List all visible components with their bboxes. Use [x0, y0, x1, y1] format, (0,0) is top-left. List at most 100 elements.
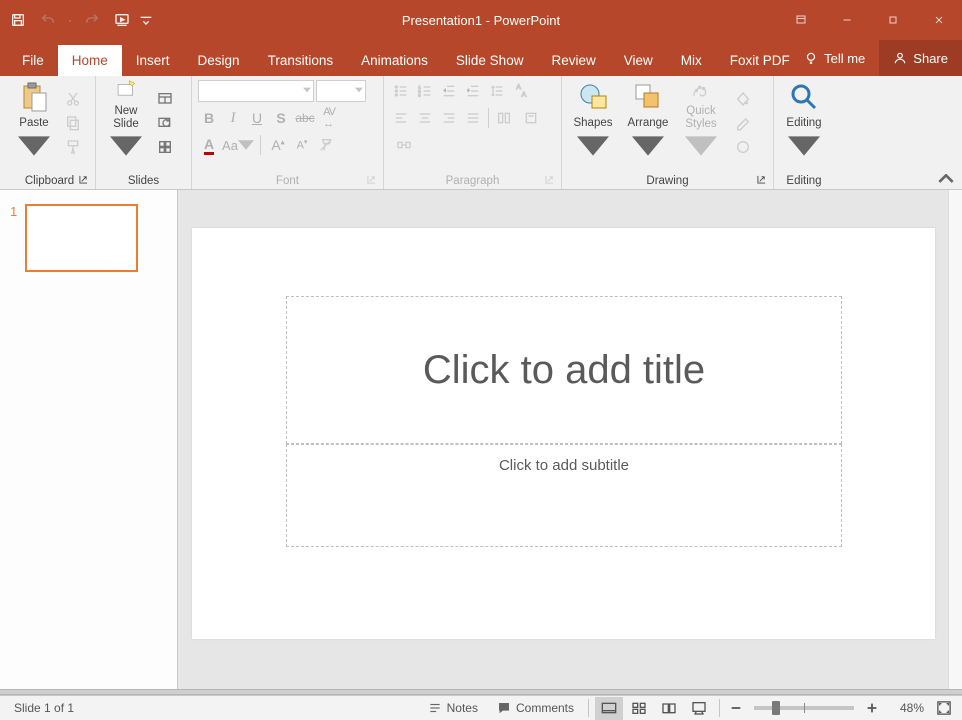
tab-mix[interactable]: Mix: [667, 45, 716, 76]
share-button[interactable]: Share: [879, 40, 962, 76]
underline-button[interactable]: U: [246, 107, 268, 129]
thumbnail-row[interactable]: 1: [10, 204, 167, 272]
tab-file[interactable]: File: [8, 45, 58, 76]
zoom-level[interactable]: 48%: [884, 701, 928, 715]
align-text-button[interactable]: [517, 107, 545, 129]
align-center-button[interactable]: [414, 107, 436, 129]
quick-styles-button[interactable]: Quick Styles: [678, 80, 724, 166]
paste-button[interactable]: Paste: [10, 80, 58, 166]
arrange-button[interactable]: Arrange: [622, 80, 674, 166]
section-icon: [157, 139, 173, 155]
comments-button[interactable]: Comments: [488, 697, 582, 720]
decrease-font-button[interactable]: A▾: [291, 134, 313, 156]
maximize-icon[interactable]: [870, 0, 916, 40]
strikethrough-button[interactable]: abc: [294, 107, 316, 129]
new-slide-button[interactable]: New Slide: [102, 80, 150, 166]
tab-animations[interactable]: Animations: [347, 45, 442, 76]
format-painter-button[interactable]: [62, 136, 84, 158]
shadow-button[interactable]: S: [270, 107, 292, 129]
undo-icon-button[interactable]: [34, 6, 62, 34]
thumbnail-slide-1[interactable]: [25, 204, 138, 272]
zoom-in-button[interactable]: [862, 697, 882, 720]
title-placeholder[interactable]: Click to add title: [286, 296, 842, 444]
shadow-icon: S: [276, 110, 285, 126]
copy-button[interactable]: [62, 112, 84, 134]
strikethrough-icon: abc: [295, 111, 314, 125]
align-text-icon: [523, 110, 539, 126]
zoom-slider-thumb[interactable]: [772, 701, 780, 715]
tab-transitions[interactable]: Transitions: [254, 45, 348, 76]
paragraph-dialog-launcher[interactable]: [543, 173, 555, 185]
bold-button[interactable]: B: [198, 107, 220, 129]
close-icon[interactable]: [916, 0, 962, 40]
editing-button[interactable]: Editing: [780, 80, 828, 166]
font-color-button[interactable]: A: [198, 134, 220, 156]
fit-to-window-button[interactable]: [930, 697, 958, 720]
align-right-button[interactable]: [438, 107, 460, 129]
subtitle-placeholder[interactable]: Click to add subtitle: [286, 444, 842, 547]
minimize-icon[interactable]: [824, 0, 870, 40]
ribbon-display-options-icon[interactable]: [778, 0, 824, 40]
text-direction-button[interactable]: AA: [510, 80, 532, 102]
font-name-combobox[interactable]: [198, 80, 314, 102]
increase-font-button[interactable]: A▴: [267, 134, 289, 156]
slide-layout-button[interactable]: [154, 88, 176, 110]
shape-effects-button[interactable]: [728, 136, 758, 158]
clear-formatting-button[interactable]: [315, 134, 337, 156]
shapes-button[interactable]: Shapes: [568, 80, 618, 166]
slide-counter[interactable]: Slide 1 of 1: [4, 701, 74, 715]
clipboard-dialog-launcher[interactable]: [77, 173, 89, 185]
tell-me-label: Tell me: [824, 51, 865, 66]
smartart-button[interactable]: [390, 134, 418, 156]
comments-icon: [497, 701, 511, 715]
tab-insert[interactable]: Insert: [122, 45, 184, 76]
font-size-combobox[interactable]: [316, 80, 366, 102]
tab-view[interactable]: View: [610, 45, 667, 76]
change-case-button[interactable]: Aa: [222, 134, 254, 156]
italic-button[interactable]: I: [222, 107, 244, 129]
text-direction-icon: AA: [513, 83, 529, 99]
zoom-slider[interactable]: [754, 706, 854, 710]
align-left-button[interactable]: [390, 107, 412, 129]
tab-review[interactable]: Review: [537, 45, 609, 76]
bullets-button[interactable]: [390, 80, 412, 102]
status-bar: Slide 1 of 1 Notes Comments 48%: [0, 695, 962, 720]
numbering-button[interactable]: 123: [414, 80, 436, 102]
cut-button[interactable]: [62, 88, 84, 110]
shape-outline-button[interactable]: [728, 112, 758, 134]
collapse-ribbon-icon[interactable]: [938, 171, 954, 187]
normal-view-button[interactable]: [595, 697, 623, 720]
line-spacing-button[interactable]: [486, 80, 508, 102]
shape-fill-button[interactable]: [728, 88, 758, 110]
reading-view-button[interactable]: [655, 697, 683, 720]
decrease-indent-button[interactable]: [438, 80, 460, 102]
reset-slide-button[interactable]: [154, 112, 176, 134]
character-spacing-button[interactable]: AV↔: [318, 107, 340, 129]
notes-button[interactable]: Notes: [419, 697, 486, 720]
qat-customize-icon[interactable]: [138, 6, 154, 34]
save-icon-button[interactable]: [4, 6, 32, 34]
group-slides: New Slide Slides: [96, 76, 192, 189]
drawing-dialog-launcher[interactable]: [755, 173, 767, 185]
tab-design[interactable]: Design: [184, 45, 254, 76]
justify-icon: [465, 110, 481, 126]
slide-sorter-view-button[interactable]: [625, 697, 653, 720]
smartart-icon: [396, 137, 412, 153]
zoom-out-button[interactable]: [726, 697, 746, 720]
font-dialog-launcher[interactable]: [365, 173, 377, 185]
section-button[interactable]: [154, 136, 176, 158]
align-center-icon: [417, 110, 433, 126]
justify-button[interactable]: [462, 107, 484, 129]
redo-icon-button[interactable]: [78, 6, 106, 34]
group-editing: Editing Editing: [774, 76, 834, 189]
group-font-label: Font: [276, 175, 299, 187]
tab-slideshow[interactable]: Slide Show: [442, 45, 538, 76]
increase-indent-button[interactable]: [462, 80, 484, 102]
tab-home[interactable]: Home: [58, 45, 122, 76]
tell-me-search[interactable]: Tell me: [790, 40, 879, 76]
vertical-scrollbar[interactable]: [948, 190, 962, 689]
slideshow-view-button[interactable]: [685, 697, 713, 720]
columns-button[interactable]: [493, 107, 515, 129]
start-from-beginning-icon-button[interactable]: [108, 6, 136, 34]
slide-1[interactable]: Click to add title Click to add subtitle: [192, 228, 935, 639]
